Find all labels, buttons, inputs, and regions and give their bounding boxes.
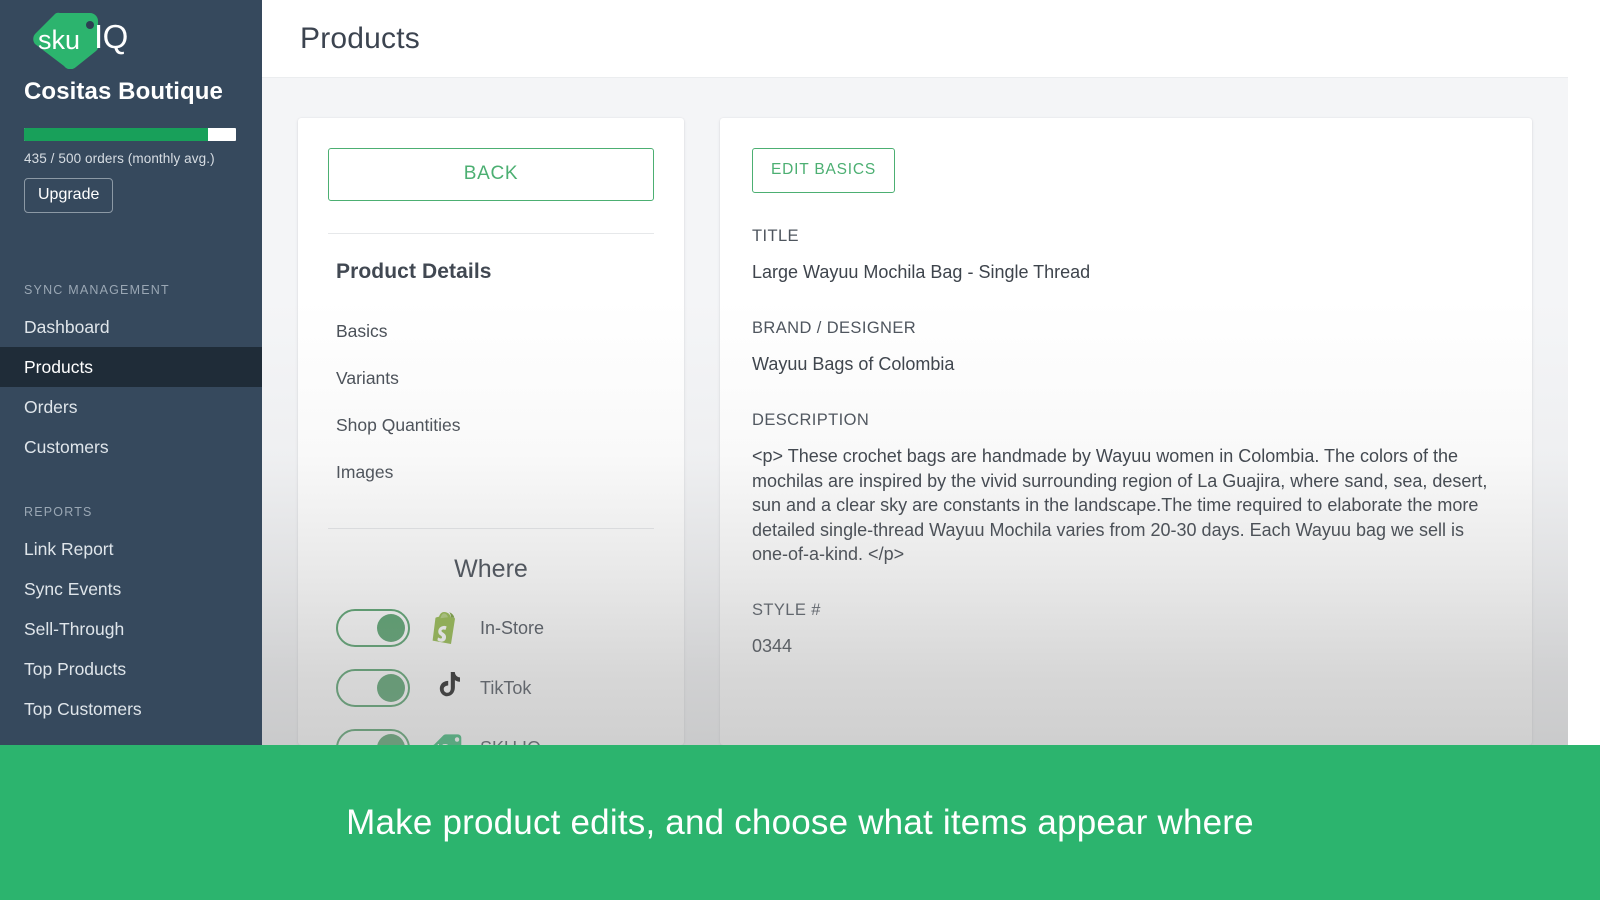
channel-toggle-sku-iq[interactable]	[336, 729, 410, 745]
product-field-list: TITLE Large Wayuu Mochila Bag - Single Th…	[752, 227, 1500, 659]
product-basics-panel: EDIT BASICS TITLE Large Wayuu Mochila Bag…	[720, 118, 1532, 745]
channel-toggle-in-store[interactable]	[336, 609, 410, 647]
channel-toggle-list: In-Store TikTok IQ SKU IQ	[328, 598, 654, 745]
field-value: Large Wayuu Mochila Bag - Single Thread	[752, 260, 1500, 285]
sidebar-item-dashboard[interactable]: Dashboard	[0, 307, 262, 347]
sidebar-nav: SYNC MANAGEMENTDashboardProductsOrdersCu…	[0, 255, 262, 729]
order-quota-progress-fill	[24, 128, 208, 141]
svg-text:sku: sku	[38, 25, 80, 55]
app-viewport: sku IQ Cositas Boutique 435 / 500 orders…	[0, 0, 1568, 745]
page-title: Products	[300, 22, 420, 56]
sidebar-item-link-report[interactable]: Link Report	[0, 529, 262, 569]
topbar: Products	[262, 0, 1568, 78]
caption-text: Make product edits, and choose what item…	[346, 803, 1254, 843]
content-area: BACK Product Details BasicsVariantsShop …	[262, 78, 1568, 745]
nav-group-heading: REPORTS	[0, 489, 262, 529]
sidebar-header: sku IQ Cositas Boutique 435 / 500 orders…	[0, 0, 262, 255]
where-divider	[328, 528, 654, 529]
panel-divider	[328, 233, 654, 234]
channel-label: SKU IQ	[480, 738, 541, 746]
sidebar-item-products[interactable]: Products	[0, 347, 262, 387]
sidebar-item-orders[interactable]: Orders	[0, 387, 262, 427]
main-area: Products BACK Product Details BasicsVari…	[262, 0, 1568, 745]
caption-banner: Make product edits, and choose what item…	[0, 745, 1600, 900]
channel-row-tiktok: TikTok	[328, 658, 654, 718]
product-details-heading: Product Details	[336, 260, 654, 284]
nav-group-spacer	[0, 467, 262, 489]
sidebar: sku IQ Cositas Boutique 435 / 500 orders…	[0, 0, 262, 745]
channel-label: TikTok	[480, 678, 531, 699]
order-quota-label: 435 / 500 orders (monthly avg.)	[24, 151, 238, 166]
field-value: <p> These crochet bags are handmade by W…	[752, 444, 1492, 567]
field-label: BRAND / DESIGNER	[752, 319, 1500, 338]
edit-basics-button[interactable]: EDIT BASICS	[752, 148, 895, 193]
organization-name: Cositas Boutique	[24, 78, 238, 106]
sidebar-item-top-products[interactable]: Top Products	[0, 649, 262, 689]
channel-toggle-tiktok[interactable]	[336, 669, 410, 707]
upgrade-button[interactable]: Upgrade	[24, 178, 113, 213]
app-root: sku IQ Cositas Boutique 435 / 500 orders…	[0, 0, 1600, 900]
brand-logo-text: IQ	[94, 18, 128, 56]
sidebar-item-customers[interactable]: Customers	[0, 427, 262, 467]
field-style: STYLE # 0344	[752, 601, 1500, 659]
channel-label: In-Store	[480, 618, 544, 639]
field-brand-designer: BRAND / DESIGNER Wayuu Bags of Colombia	[752, 319, 1500, 377]
product-detail-link-variants[interactable]: Variants	[336, 355, 654, 402]
toggle-knob	[377, 614, 405, 642]
shopify-bag-icon	[424, 611, 468, 645]
price-tag-icon: sku	[24, 11, 102, 69]
channel-row-sku-iq: IQ SKU IQ	[328, 718, 654, 745]
sidebar-item-top-customers[interactable]: Top Customers	[0, 689, 262, 729]
order-quota-progressbar	[24, 128, 236, 141]
toggle-knob	[377, 674, 405, 702]
tiktok-note-icon	[424, 671, 468, 705]
field-label: TITLE	[752, 227, 1500, 246]
sidebar-item-sync-events[interactable]: Sync Events	[0, 569, 262, 609]
product-details-panel: BACK Product Details BasicsVariantsShop …	[298, 118, 684, 745]
product-detail-link-basics[interactable]: Basics	[336, 308, 654, 355]
sidebar-item-sell-through[interactable]: Sell-Through	[0, 609, 262, 649]
brand-logo[interactable]: sku IQ	[24, 0, 238, 72]
field-label: DESCRIPTION	[752, 411, 1500, 430]
product-detail-links: BasicsVariantsShop QuantitiesImages	[328, 308, 654, 496]
product-detail-link-shop-quantities[interactable]: Shop Quantities	[336, 402, 654, 449]
field-title: TITLE Large Wayuu Mochila Bag - Single Th…	[752, 227, 1500, 285]
where-heading: Where	[328, 555, 654, 584]
field-value: 0344	[752, 634, 1500, 659]
toggle-knob	[377, 734, 405, 745]
back-button[interactable]: BACK	[328, 148, 654, 201]
field-label: STYLE #	[752, 601, 1500, 620]
product-detail-link-images[interactable]: Images	[336, 449, 654, 496]
field-value: Wayuu Bags of Colombia	[752, 352, 1500, 377]
field-description: DESCRIPTION <p> These crochet bags are ha…	[752, 411, 1500, 567]
skuiq-tag-icon: IQ	[424, 733, 468, 745]
channel-row-in-store: In-Store	[328, 598, 654, 658]
nav-group-heading: SYNC MANAGEMENT	[0, 267, 262, 307]
